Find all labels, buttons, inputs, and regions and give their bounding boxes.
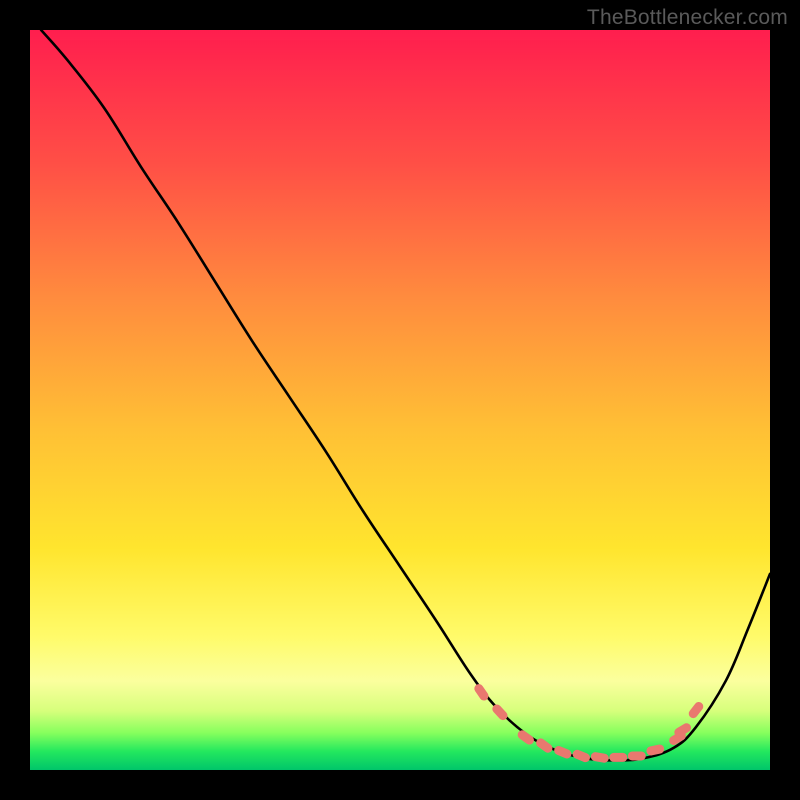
credit-label: TheBottlenecker.com — [587, 6, 788, 30]
curve-path — [41, 30, 770, 760]
chart-frame: TheBottlenecker.com — [0, 0, 800, 800]
valley-marker — [553, 745, 573, 760]
bottleneck-curve — [41, 30, 770, 760]
valley-marker — [534, 737, 554, 755]
chart-svg — [30, 30, 770, 770]
valley-marker — [516, 729, 536, 747]
valley-marker — [473, 682, 491, 702]
valley-markers — [473, 682, 706, 763]
valley-marker — [571, 748, 591, 763]
valley-marker — [609, 753, 627, 762]
valley-marker — [590, 751, 609, 763]
valley-marker — [628, 751, 646, 760]
plot-area — [30, 30, 770, 770]
